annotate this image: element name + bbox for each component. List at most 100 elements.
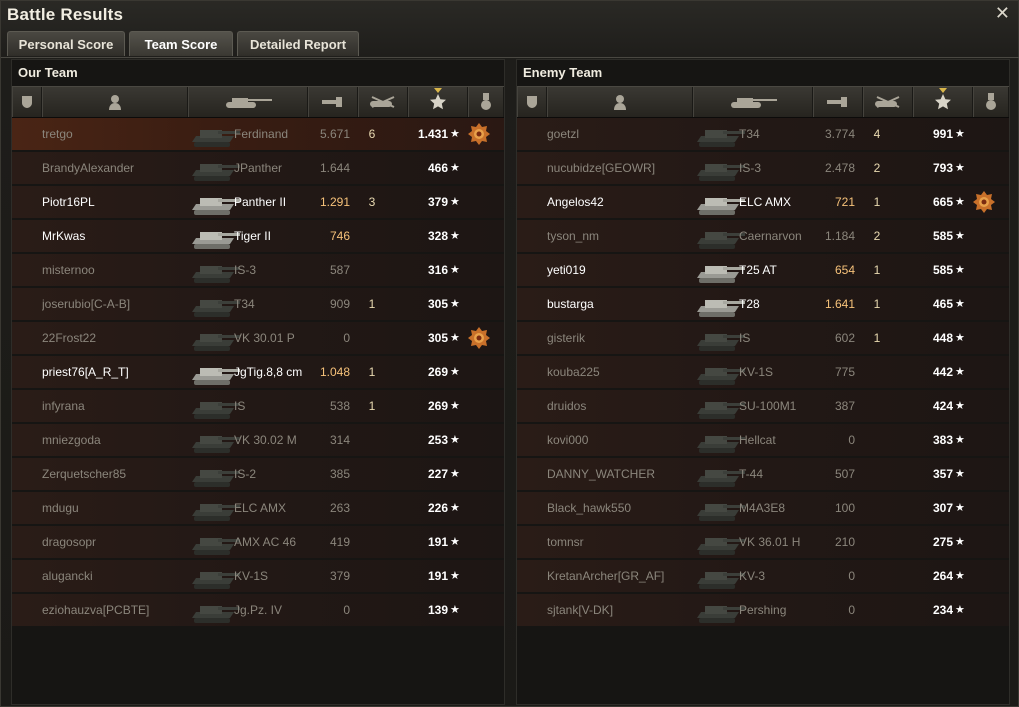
column-damage-icon[interactable] xyxy=(308,87,358,117)
kills-value: 1 xyxy=(368,297,376,311)
player-name: mniezgoda xyxy=(42,433,101,447)
player-row[interactable]: alugancki KV-1S 379 191 ★ xyxy=(12,560,504,592)
star-icon: ★ xyxy=(955,196,965,208)
tab-personal-score[interactable]: Personal Score xyxy=(7,31,125,56)
xp-value: 424 xyxy=(932,399,953,413)
column-vehicle-icon[interactable] xyxy=(188,87,308,117)
player-row[interactable]: eziohauzva[PCBTE] Jg.Pz. IV 0 139 ★ xyxy=(12,594,504,626)
kills-value: 1 xyxy=(873,195,881,209)
player-row[interactable]: druidos SU-100M1 387 424 ★ xyxy=(517,390,1009,422)
column-player-icon[interactable] xyxy=(42,87,188,117)
star-icon: ★ xyxy=(450,570,460,582)
player-row[interactable]: kovi000 Hellcat 0 383 ★ xyxy=(517,424,1009,456)
player-row[interactable]: Black_hawk550 M4A3E8 100 307 ★ xyxy=(517,492,1009,524)
xp-value: 793 xyxy=(932,161,953,175)
damage-value: 3.774 xyxy=(824,127,855,141)
player-name: MrKwas xyxy=(42,229,86,243)
player-name: Black_hawk550 xyxy=(547,501,632,515)
player-row[interactable]: Angelos42 ELC AMX 721 1 665 ★ xyxy=(517,186,1009,218)
player-row[interactable]: tomnsr VK 36.01 H 210 275 ★ xyxy=(517,526,1009,558)
player-row[interactable]: KretanArcher[GR_AF] KV-3 0 264 ★ xyxy=(517,560,1009,592)
damage-value: 507 xyxy=(834,467,855,481)
enemy-team-rows: goetzl T34 3.774 4 991 ★ nucubidze[GEOWR] IS-3 2… xyxy=(517,118,1009,628)
medal-icon[interactable] xyxy=(468,326,490,350)
window-title: Battle Results xyxy=(7,5,124,24)
player-name: kovi000 xyxy=(547,433,589,447)
player-row[interactable]: gisterik IS 602 1 448 ★ xyxy=(517,322,1009,354)
player-row[interactable]: DANNY_WATCHER T-44 507 357 ★ xyxy=(517,458,1009,490)
column-squad-icon[interactable] xyxy=(12,87,42,117)
xp-value: 448 xyxy=(932,331,953,345)
player-row[interactable]: 22Frost22 VK 30.01 P 0 305 ★ xyxy=(12,322,504,354)
xp-value: 383 xyxy=(932,433,953,447)
column-xp-star-icon[interactable] xyxy=(408,87,468,117)
player-row[interactable]: mdugu ELC AMX 263 226 ★ xyxy=(12,492,504,524)
damage-value: 1.184 xyxy=(824,229,855,243)
player-row[interactable]: dragosopr AMX AC 46 419 191 ★ xyxy=(12,526,504,558)
player-name: tretgo xyxy=(42,127,73,141)
star-icon: ★ xyxy=(955,264,965,276)
player-row[interactable]: tretgo Ferdinand 5.671 6 1.431 ★ xyxy=(12,118,504,150)
enemy-team-panel: Enemy Team goetzl T34 3.774 4 991 ★ nucubidze[… xyxy=(516,59,1010,705)
column-player-icon[interactable] xyxy=(547,87,693,117)
kills-value xyxy=(362,560,382,592)
tab-detailed-report[interactable]: Detailed Report xyxy=(237,31,359,56)
kills-value: 2 xyxy=(873,229,881,243)
player-name: tyson_nm xyxy=(547,229,600,243)
kills-value xyxy=(867,492,887,524)
damage-value: 1.291 xyxy=(319,195,350,209)
player-row[interactable]: goetzl T34 3.774 4 991 ★ xyxy=(517,118,1009,150)
kills-value xyxy=(362,220,382,252)
player-row[interactable]: bustarga T28 1.641 1 465 ★ xyxy=(517,288,1009,320)
damage-value: 419 xyxy=(329,535,350,549)
medal-icon[interactable] xyxy=(973,190,995,214)
star-icon: ★ xyxy=(955,400,965,412)
xp-value: 316 xyxy=(427,263,448,277)
kills-value: 4 xyxy=(873,127,881,141)
damage-value: 100 xyxy=(834,501,855,515)
kills-value: 6 xyxy=(368,127,376,141)
player-row[interactable]: sjtank[V-DK] Pershing 0 234 ★ xyxy=(517,594,1009,626)
player-name: kouba225 xyxy=(547,365,600,379)
tab-team-score[interactable]: Team Score xyxy=(129,31,233,56)
player-row[interactable]: Piotr16PL Panther II 1.291 3 379 ★ xyxy=(12,186,504,218)
player-row[interactable]: BrandyAlexander JPanther 1.644 466 ★ xyxy=(12,152,504,184)
our-team-header xyxy=(12,86,504,118)
column-vehicle-icon[interactable] xyxy=(693,87,813,117)
player-name: goetzl xyxy=(547,127,580,141)
enemy-team-header xyxy=(517,86,1009,118)
kills-value xyxy=(362,322,382,354)
xp-value: 305 xyxy=(427,297,448,311)
column-medal-icon[interactable] xyxy=(973,87,1009,117)
star-icon: ★ xyxy=(955,128,965,140)
kills-value xyxy=(362,458,382,490)
medal-icon[interactable] xyxy=(468,122,490,146)
star-icon: ★ xyxy=(450,366,460,378)
player-row[interactable]: joserubio[C-A-B] T34 909 1 305 ★ xyxy=(12,288,504,320)
player-row[interactable]: misternoo IS-3 587 316 ★ xyxy=(12,254,504,286)
xp-value: 1.431 xyxy=(417,127,448,141)
close-icon[interactable]: ✕ xyxy=(995,3,1010,24)
column-kills-icon[interactable] xyxy=(358,87,408,117)
player-row[interactable]: Zerquetscher85 IS-2 385 227 ★ xyxy=(12,458,504,490)
kills-value: 3 xyxy=(368,195,376,209)
player-name: yeti019 xyxy=(547,263,586,277)
player-row[interactable]: MrKwas Tiger II 746 328 ★ xyxy=(12,220,504,252)
player-row[interactable]: tyson_nm Caernarvon 1.184 2 585 ★ xyxy=(517,220,1009,252)
column-kills-icon[interactable] xyxy=(863,87,913,117)
player-row[interactable]: nucubidze[GEOWR] IS-3 2.478 2 793 ★ xyxy=(517,152,1009,184)
xp-value: 305 xyxy=(427,331,448,345)
kills-value xyxy=(867,424,887,456)
player-row[interactable]: yeti019 T25 AT 654 1 585 ★ xyxy=(517,254,1009,286)
column-squad-icon[interactable] xyxy=(517,87,547,117)
player-name: BrandyAlexander xyxy=(42,161,135,175)
column-medal-icon[interactable] xyxy=(468,87,504,117)
star-icon: ★ xyxy=(955,230,965,242)
player-row[interactable]: mniezgoda VK 30.02 M 314 253 ★ xyxy=(12,424,504,456)
column-damage-icon[interactable] xyxy=(813,87,863,117)
player-row[interactable]: infyrana IS 538 1 269 ★ xyxy=(12,390,504,422)
column-xp-star-icon[interactable] xyxy=(913,87,973,117)
player-row[interactable]: kouba225 KV-1S 775 442 ★ xyxy=(517,356,1009,388)
xp-value: 269 xyxy=(427,365,448,379)
player-row[interactable]: priest76[A_R_T] JgTig.8,8 cm 1.048 1 269 ★ xyxy=(12,356,504,388)
